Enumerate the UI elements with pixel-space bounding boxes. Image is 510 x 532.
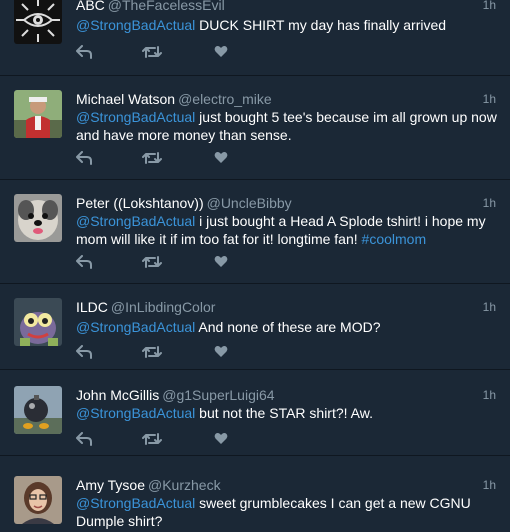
hashtag-link[interactable]: #coolmom (362, 231, 427, 247)
mention-link[interactable]: @StrongBadActual (76, 17, 195, 33)
like-icon[interactable] (214, 151, 232, 167)
mention-link[interactable]: @StrongBadActual (76, 213, 195, 229)
timestamp[interactable]: 1h (483, 90, 496, 108)
mention-link[interactable]: @StrongBadActual (76, 405, 195, 421)
user-handle[interactable]: @g1SuperLuigi64 (162, 387, 274, 403)
eye-sigil-avatar[interactable] (14, 0, 62, 44)
tweet-item[interactable]: Amy Tysoe @Kurzheck 1h @StrongBadActual s… (0, 456, 510, 532)
like-icon[interactable] (214, 255, 232, 271)
mention-link[interactable]: @StrongBadActual (76, 319, 195, 335)
tweet-feed: ABC @TheFacelessEvil 1h @StrongBadActual … (0, 0, 510, 532)
user-handle[interactable]: @TheFacelessEvil (108, 0, 225, 13)
tweet-header: ABC @TheFacelessEvil 1h (76, 0, 496, 14)
tweet-item[interactable]: ILDC @InLibdingColor 1h @StrongBadActual … (0, 284, 510, 370)
tweet-header: Michael Watson @electro_mike 1h (76, 90, 496, 108)
timestamp[interactable]: 1h (483, 476, 496, 494)
dog-photo-avatar[interactable] (14, 194, 62, 242)
tweet-text: @StrongBadActual but not the STAR shirt?… (76, 405, 373, 421)
retweet-icon[interactable] (142, 255, 162, 271)
reply-icon[interactable] (76, 255, 94, 271)
tweet-header: Peter ((Lokshtanov)) @UncleBibby 1h (76, 194, 496, 212)
reply-icon[interactable] (76, 151, 94, 167)
tweet-item[interactable]: Michael Watson @electro_mike 1h @StrongBa… (0, 76, 510, 180)
bomb-avatar[interactable] (14, 386, 62, 434)
tweet-item[interactable]: John McGillis @g1SuperLuigi64 1h @StrongB… (0, 370, 510, 456)
user-handle[interactable]: @UncleBibby (207, 195, 292, 211)
user-handle[interactable]: @electro_mike (178, 91, 272, 107)
tweet-item[interactable]: ABC @TheFacelessEvil 1h @StrongBadActual … (0, 0, 510, 76)
display-name[interactable]: Amy Tysoe (76, 477, 145, 493)
tweet-text: @StrongBadActual DUCK SHIRT my day has f… (76, 17, 447, 33)
reply-icon[interactable] (76, 345, 94, 361)
display-name[interactable]: John McGillis (76, 387, 159, 403)
user-handle[interactable]: @Kurzheck (148, 477, 221, 493)
display-name[interactable]: ILDC (76, 299, 108, 315)
like-icon[interactable] (214, 45, 232, 61)
retweet-icon[interactable] (142, 432, 162, 448)
tweet-header: ILDC @InLibdingColor 1h (76, 298, 496, 316)
reply-icon[interactable] (76, 432, 94, 448)
tweet-text: @StrongBadActual sweet grumblecakes I ca… (76, 495, 471, 529)
tweet-item[interactable]: Peter ((Lokshtanov)) @UncleBibby 1h @Stro… (0, 180, 510, 284)
timestamp[interactable]: 1h (483, 194, 496, 212)
timestamp[interactable]: 1h (483, 298, 496, 316)
creature-avatar[interactable] (14, 298, 62, 346)
tweet-header: John McGillis @g1SuperLuigi64 1h (76, 386, 496, 404)
user-handle[interactable]: @InLibdingColor (111, 299, 216, 315)
display-name[interactable]: ABC (76, 0, 105, 13)
reply-icon[interactable] (76, 45, 94, 61)
tweet-text: @StrongBadActual And none of these are M… (76, 319, 381, 335)
timestamp[interactable]: 1h (483, 0, 496, 14)
display-name[interactable]: Michael Watson (76, 91, 175, 107)
woman-photo-avatar[interactable] (14, 476, 62, 524)
retweet-icon[interactable] (142, 151, 162, 167)
like-icon[interactable] (214, 432, 232, 448)
mention-link[interactable]: @StrongBadActual (76, 495, 195, 511)
display-name[interactable]: Peter ((Lokshtanov)) (76, 195, 204, 211)
timestamp[interactable]: 1h (483, 386, 496, 404)
mention-link[interactable]: @StrongBadActual (76, 109, 195, 125)
retweet-icon[interactable] (142, 45, 162, 61)
person-photo-avatar[interactable] (14, 90, 62, 138)
tweet-header: Amy Tysoe @Kurzheck 1h (76, 476, 496, 494)
retweet-icon[interactable] (142, 345, 162, 361)
tweet-text: @StrongBadActual i just bought a Head A … (76, 213, 486, 247)
like-icon[interactable] (214, 345, 232, 361)
tweet-text: @StrongBadActual just bought 5 tee's bec… (76, 109, 497, 143)
